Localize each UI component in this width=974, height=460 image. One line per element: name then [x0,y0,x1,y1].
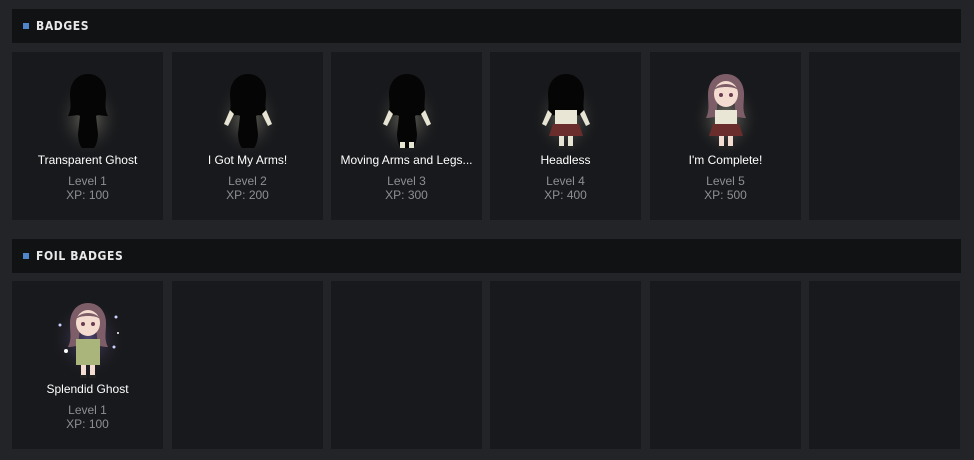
badge-image [12,70,163,152]
badge-level: Level 1 [68,174,107,188]
badge-image [172,70,323,152]
empty-badge-slot [331,281,482,449]
badge-level: Level 4 [546,174,585,188]
empty-badge-slot [490,281,641,449]
foil-badges-row: Splendid Ghost Level 1 XP: 100 [12,281,961,449]
badge-xp: XP: 100 [66,188,109,202]
section-title: BADGES [36,19,90,33]
badge-name: I'm Complete! [688,153,763,167]
badges-section-header: BADGES [12,9,961,43]
section-bullet-icon [23,23,29,29]
badge-name: I Got My Arms! [207,153,288,167]
empty-badge-slot [809,281,960,449]
badge-xp: XP: 100 [66,417,109,431]
section-title: FOIL BADGES [36,249,124,263]
badge-card[interactable]: I Got My Arms! Level 2 XP: 200 [172,52,323,220]
badge-name: Transparent Ghost [37,153,138,167]
badge-level: Level 1 [68,403,107,417]
badge-name: Headless [540,153,591,167]
badge-name: Moving Arms and Legs... [340,153,473,167]
badge-level: Level 2 [228,174,267,188]
badge-level: Level 5 [706,174,745,188]
badge-card[interactable]: Moving Arms and Legs... Level 3 XP: 300 [331,52,482,220]
badges-row: Transparent Ghost Level 1 XP: 100 I Got … [12,52,961,220]
badge-image [331,70,482,152]
badge-xp: XP: 500 [704,188,747,202]
badge-name: Splendid Ghost [46,382,129,396]
badge-image [650,70,801,152]
badge-card[interactable]: I'm Complete! Level 5 XP: 500 [650,52,801,220]
badge-image [12,299,163,381]
badge-xp: XP: 400 [544,188,587,202]
badge-level: Level 3 [387,174,426,188]
badge-xp: XP: 300 [385,188,428,202]
badge-card[interactable]: Headless Level 4 XP: 400 [490,52,641,220]
foil-badges-section-header: FOIL BADGES [12,239,961,273]
badge-image [490,70,641,152]
empty-badge-slot [650,281,801,449]
empty-badge-slot [809,52,960,220]
section-bullet-icon [23,253,29,259]
badge-card[interactable]: Transparent Ghost Level 1 XP: 100 [12,52,163,220]
empty-badge-slot [172,281,323,449]
badge-xp: XP: 200 [226,188,269,202]
foil-badge-card[interactable]: Splendid Ghost Level 1 XP: 100 [12,281,163,449]
